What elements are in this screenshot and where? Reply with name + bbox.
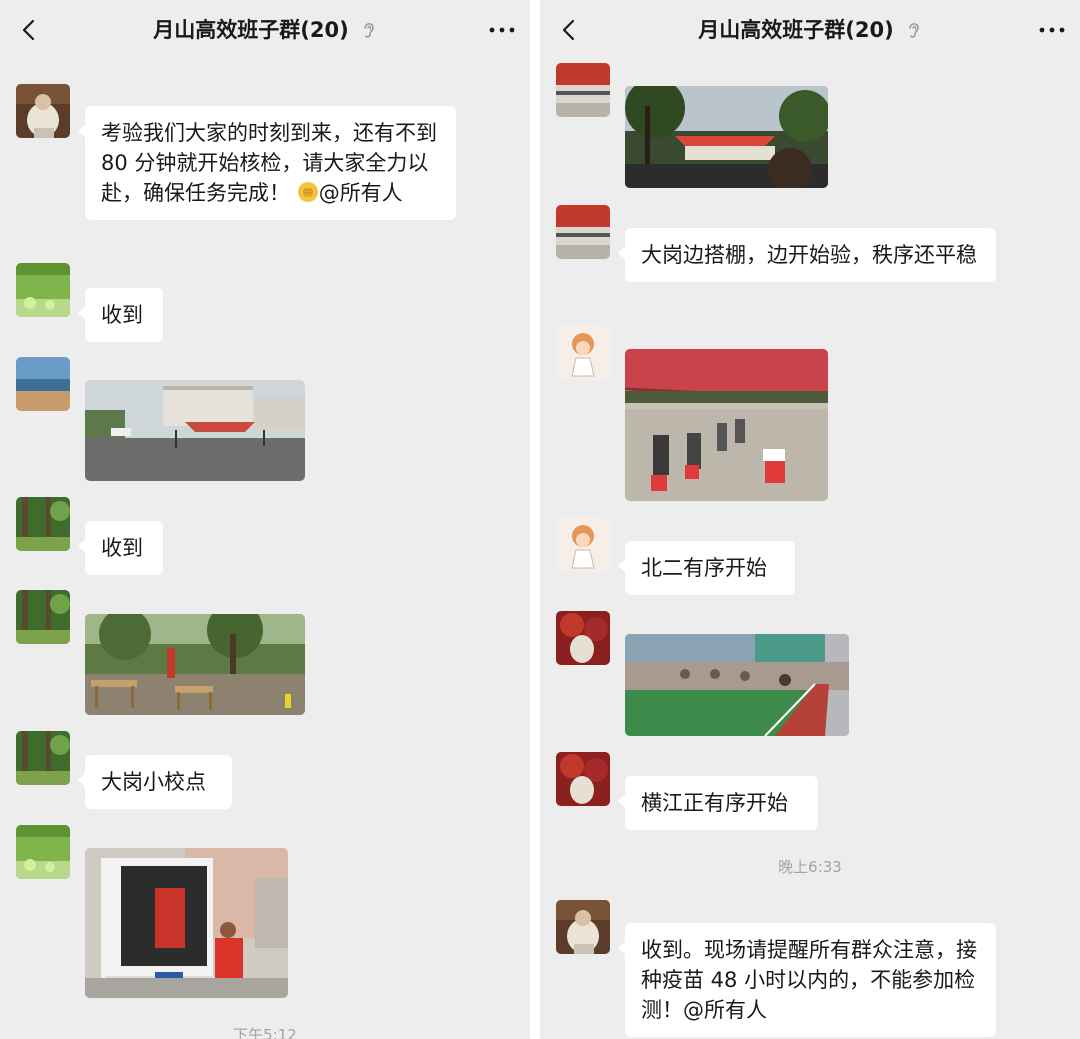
message-bubble[interactable]: 横江正有序开始 <box>618 776 818 830</box>
message-text: 横江正有序开始 <box>641 791 788 815</box>
message-bubble[interactable]: 大岗小校点 <box>78 755 232 809</box>
chat-title: 月山高效班子群(20) <box>540 14 1080 44</box>
ear-icon <box>908 23 919 38</box>
message-text: 收到。现场请提醒所有群众注意，接种疫苗 48 小时以内的，不能参加检测！@所有人 <box>641 938 977 1022</box>
chat-title-text: 月山高效班子群(20) <box>153 18 349 42</box>
avatar[interactable] <box>556 900 610 954</box>
message-bubble[interactable]: 北二有序开始 <box>618 541 795 595</box>
message-bubble[interactable]: 收到 <box>78 288 163 342</box>
avatar[interactable] <box>556 63 610 117</box>
message-text: 收到 <box>101 536 143 560</box>
ear-icon <box>363 23 374 38</box>
more-dots-icon[interactable] <box>1038 18 1066 42</box>
message-photo[interactable] <box>625 634 849 736</box>
avatar[interactable] <box>16 84 70 138</box>
message-photo[interactable] <box>85 614 305 715</box>
more-dots-icon[interactable] <box>488 18 516 42</box>
message-text: 收到 <box>101 303 143 327</box>
mention-all[interactable]: @所有人 <box>319 181 403 205</box>
message-bubble[interactable]: 大岗边搭棚，边开始验，秩序还平稳 <box>618 228 996 282</box>
timestamp: 晚上6:33 <box>778 858 842 876</box>
message-bubble[interactable]: 考验我们大家的时刻到来，还有不到 80 分钟就开始核检，请大家全力以赴，确保任务… <box>78 106 456 220</box>
message-bubble[interactable]: 收到 <box>78 521 163 575</box>
message-photo[interactable] <box>625 349 828 501</box>
message-photo[interactable] <box>85 848 288 998</box>
avatar[interactable] <box>16 825 70 879</box>
timestamp: 下午5:12 <box>233 1026 297 1039</box>
avatar[interactable] <box>556 205 610 259</box>
message-text: 大岗边搭棚，边开始验，秩序还平稳 <box>641 243 977 267</box>
avatar[interactable] <box>16 590 70 644</box>
message-bubble[interactable]: 收到。现场请提醒所有群众注意，接种疫苗 48 小时以内的，不能参加检测！@所有人 <box>618 923 996 1037</box>
message-text: 大岗小校点 <box>101 770 206 794</box>
avatar[interactable] <box>556 518 610 572</box>
chat-header: 月山高效班子群(20) <box>0 0 530 58</box>
message-photo[interactable] <box>625 86 828 188</box>
chat-title-text: 月山高效班子群(20) <box>698 18 894 42</box>
chat-title: 月山高效班子群(20) <box>0 14 530 44</box>
avatar[interactable] <box>556 611 610 665</box>
fist-emoji-icon <box>297 182 318 202</box>
avatar[interactable] <box>16 357 70 411</box>
left-chat-panel: 月山高效班子群(20) 考验我们大家的时刻到来，还有不到 80 分钟就开始核检，… <box>0 0 530 1039</box>
right-chat-panel: 月山高效班子群(20) 大岗边搭棚，边开始验，秩序还平稳 北二有序开始 横江正有… <box>540 0 1080 1039</box>
avatar[interactable] <box>556 326 610 380</box>
avatar[interactable] <box>16 497 70 551</box>
avatar[interactable] <box>16 731 70 785</box>
message-photo[interactable] <box>85 380 305 481</box>
panel-divider <box>530 0 540 1039</box>
avatar[interactable] <box>556 752 610 806</box>
avatar[interactable] <box>16 263 70 317</box>
chat-header: 月山高效班子群(20) <box>540 0 1080 58</box>
message-text: 北二有序开始 <box>641 556 767 580</box>
